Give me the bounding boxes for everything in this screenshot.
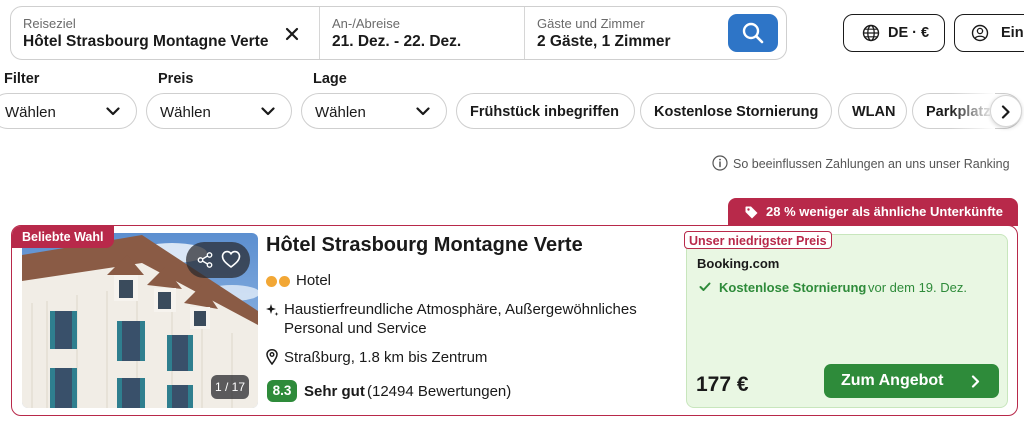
search-bar: Reiseziel Hôtel Strasbourg Montagne Vert… xyxy=(10,6,787,60)
offer-provider: Booking.com xyxy=(697,256,780,271)
free-cancellation-deadline: vor dem 19. Dez. xyxy=(868,280,967,295)
heart-icon[interactable] xyxy=(221,250,241,269)
share-icon[interactable] xyxy=(196,251,214,269)
login-button[interactable]: Einl xyxy=(954,14,1024,52)
ranking-info-text: So beeinflussen Zahlungen an uns unser R… xyxy=(733,157,1010,171)
price-dropdown[interactable]: Wählen xyxy=(146,93,292,129)
lowest-price-label: Unser niedrigster Preis xyxy=(689,234,827,248)
search-button[interactable] xyxy=(728,14,778,52)
globe-icon xyxy=(862,24,880,42)
hotel-name[interactable]: Hôtel Strasbourg Montagne Verte xyxy=(266,234,583,257)
price-dropdown-value: Wählen xyxy=(160,104,211,121)
offer-price: 177 € xyxy=(696,373,749,396)
filter-dropdown[interactable]: Wählen xyxy=(0,93,137,129)
user-icon xyxy=(971,24,989,42)
check-icon xyxy=(699,282,711,291)
hotel-type: Hotel xyxy=(296,272,332,289)
rating-dot xyxy=(279,276,290,287)
review-score-label: Sehr gut xyxy=(304,383,365,400)
scroll-right-button[interactable] xyxy=(990,95,1022,127)
tag-icon xyxy=(745,206,758,219)
dates-field[interactable]: An-/Abreise 21. Dez. - 22. Dez. xyxy=(320,7,524,59)
language-currency-button[interactable]: DE · € xyxy=(843,14,945,52)
star-rating xyxy=(266,274,292,292)
chevron-down-icon xyxy=(416,107,430,116)
lowest-price-badge: Unser niedrigster Preis xyxy=(684,231,832,249)
sparkle-icon xyxy=(266,304,279,316)
view-deal-button[interactable]: Zum Angebot xyxy=(824,364,999,398)
search-icon xyxy=(742,22,764,44)
dates-value[interactable]: 21. Dez. - 22. Dez. xyxy=(332,33,461,51)
chip-wifi[interactable]: WLAN xyxy=(838,93,907,129)
guests-value[interactable]: 2 Gäste, 1 Zimmer xyxy=(537,33,671,51)
location-dropdown[interactable]: Wählen xyxy=(301,93,447,129)
review-score-badge: 8.3 xyxy=(267,380,297,402)
destination-label: Reiseziel xyxy=(23,16,76,31)
chevron-right-icon xyxy=(971,375,980,388)
close-icon[interactable] xyxy=(283,25,301,43)
chip-free-cancellation[interactable]: Kostenlose Stornierung xyxy=(640,93,832,129)
hotel-location: Straßburg, 1.8 km bis Zentrum xyxy=(284,349,488,366)
guests-label: Gäste und Zimmer xyxy=(537,16,645,31)
location-group-label: Lage xyxy=(313,71,347,87)
chevron-right-icon xyxy=(1001,105,1010,119)
photo-counter: 1 / 17 xyxy=(211,375,249,399)
deal-banner: 28 % weniger als ähnliche Unterkünfte xyxy=(728,198,1018,226)
chip-fade xyxy=(950,90,995,132)
chip-label: Kostenlose Stornierung xyxy=(654,104,819,120)
price-group-label: Preis xyxy=(158,71,194,87)
login-label: Einl xyxy=(1001,25,1024,41)
popular-badge-label: Beliebte Wahl xyxy=(22,230,104,244)
filter-group-label: Filter xyxy=(4,71,40,87)
location-pin-icon xyxy=(266,349,278,365)
rating-dot xyxy=(266,276,277,287)
chevron-down-icon xyxy=(106,107,120,116)
free-cancellation-label: Kostenlose Stornierung xyxy=(719,280,867,295)
chevron-down-icon xyxy=(261,107,275,116)
destination-value[interactable]: Hôtel Strasbourg Montagne Verte xyxy=(23,33,268,51)
destination-field[interactable]: Reiseziel Hôtel Strasbourg Montagne Vert… xyxy=(11,7,319,59)
view-deal-label: Zum Angebot xyxy=(841,372,944,389)
language-currency-label: DE · € xyxy=(888,25,930,41)
photo-actions xyxy=(186,242,250,278)
popular-badge: Beliebte Wahl xyxy=(12,226,114,248)
chip-label: Frühstück inbegriffen xyxy=(470,104,620,120)
review-count[interactable]: (12494 Bewertungen) xyxy=(367,383,511,400)
deal-banner-text: 28 % weniger als ähnliche Unterkünfte xyxy=(766,204,1003,219)
hotel-highlights: Haustierfreundliche Atmosphäre, Außergew… xyxy=(284,301,637,337)
chip-breakfast[interactable]: Frühstück inbegriffen xyxy=(456,93,635,129)
dates-label: An-/Abreise xyxy=(332,16,400,31)
info-icon xyxy=(712,155,728,171)
filter-dropdown-value: Wählen xyxy=(5,104,56,121)
location-dropdown-value: Wählen xyxy=(315,104,366,121)
chip-label: WLAN xyxy=(852,104,896,120)
guests-field[interactable]: Gäste und Zimmer 2 Gäste, 1 Zimmer xyxy=(525,7,725,59)
